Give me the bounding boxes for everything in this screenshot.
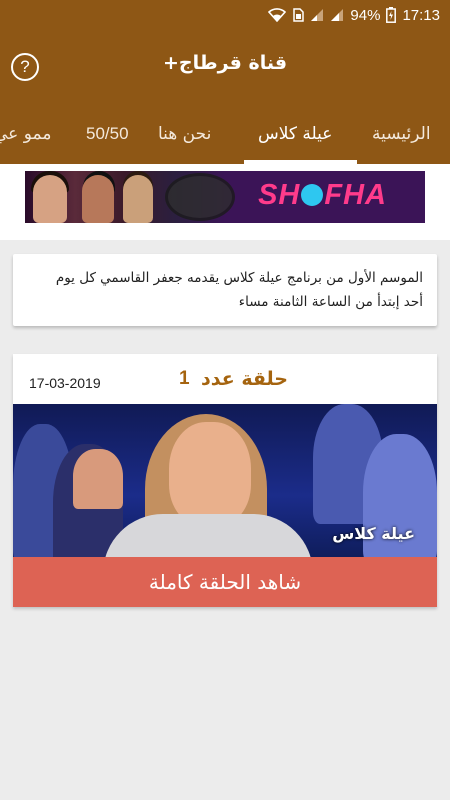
episode-card[interactable]: 17-03-2019 1 حلقة عدد عيلة كلاس شاهد الح… <box>13 354 437 607</box>
tab-nahnu-huna[interactable]: نحن هنا <box>158 124 211 144</box>
tab-50-50[interactable]: 50/50 <box>86 124 129 144</box>
sim-card-icon <box>293 8 305 22</box>
film-reel-icon <box>165 173 235 221</box>
status-icons: 94% 17:13 <box>268 0 440 30</box>
battery-percent: 94% <box>350 6 381 24</box>
tab-partial[interactable]: ممو عي <box>0 124 51 144</box>
banner-image <box>25 171 235 223</box>
show-logo: عيلة كلاس <box>332 524 415 543</box>
tab-ayla-class[interactable]: عيلة كلاس <box>258 124 332 144</box>
wifi-icon <box>268 8 287 22</box>
description-card: الموسم الأول من برنامج عيلة كلاس يقدمه ج… <box>13 254 437 326</box>
battery-charging-icon <box>386 7 397 23</box>
tab-bar: الرئيسية عيلة كلاس نحن هنا 50/50 ممو عي <box>0 108 450 164</box>
episode-number: 1 <box>179 368 190 389</box>
episode-date: 17-03-2019 <box>29 375 101 391</box>
episode-thumbnail[interactable]: عيلة كلاس <box>13 404 437 557</box>
episode-title: حلقة عدد <box>201 368 288 390</box>
tv-icon <box>301 184 324 206</box>
banner-logo: SH FHA <box>258 179 387 211</box>
tab-home[interactable]: الرئيسية <box>372 124 431 144</box>
banner-strip: SH FHA <box>0 164 450 240</box>
app-bar: ? قناة قرطاج+ <box>0 30 450 108</box>
description-line-1: الموسم الأول من برنامج عيلة كلاس يقدمه ج… <box>55 270 423 286</box>
clock: 17:13 <box>402 6 440 24</box>
ad-banner[interactable]: SH FHA <box>25 171 425 223</box>
description-text: الموسم الأول من برنامج عيلة كلاس يقدمه ج… <box>25 266 423 314</box>
description-line-2: أحد إبتدأ من الساعة الثامنة مساء <box>238 294 423 310</box>
watch-full-episode-button[interactable]: شاهد الحلقة كاملة <box>13 557 437 607</box>
app-title: قناة قرطاج+ <box>162 52 288 74</box>
status-bar: 94% 17:13 <box>0 0 450 30</box>
signal-icon <box>331 9 344 21</box>
signal-weak-icon <box>311 9 324 21</box>
